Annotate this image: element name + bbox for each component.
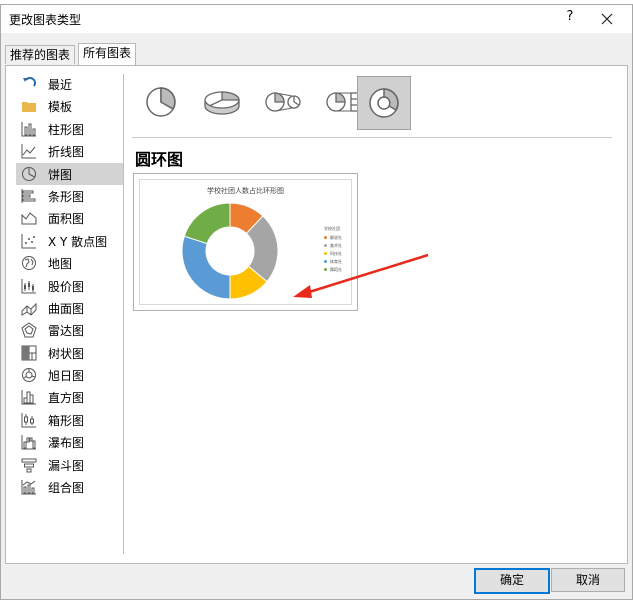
- red-arrow-icon: [305, 253, 429, 295]
- annotation-arrow-layer: [293, 253, 429, 298]
- cancel-button[interactable]: 取消: [551, 568, 625, 592]
- red-arrowhead-icon: [293, 285, 312, 298]
- ok-button[interactable]: 确定: [474, 568, 550, 594]
- change-chart-type-dialog: 更改图表类型 ? 推荐的图表 所有图表 最近 模板 柱形图 折线图 饼图 条形图…: [0, 4, 633, 600]
- tab-all-charts[interactable]: 所有图表: [78, 43, 137, 65]
